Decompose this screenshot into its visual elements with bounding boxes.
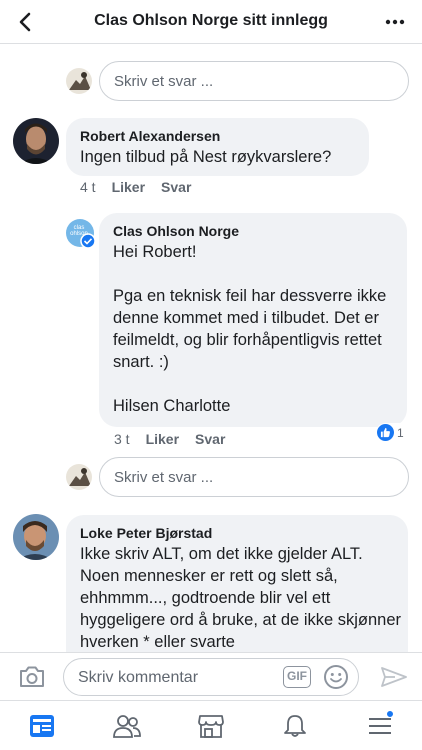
comment-placeholder: Skriv kommentar [78, 669, 199, 686]
avatar[interactable] [13, 514, 59, 560]
friends-icon [112, 714, 141, 738]
tab-friends[interactable] [97, 701, 157, 750]
comment-text: Ikke skriv ALT, om det ikke gjelder ALT.… [80, 545, 402, 651]
avatar-image [66, 464, 92, 490]
more-options-icon[interactable] [384, 10, 406, 34]
current-user-avatar [66, 68, 92, 94]
comment-time[interactable]: 3 t [114, 431, 130, 447]
avatar-image [13, 118, 59, 164]
emoji-icon[interactable] [323, 664, 349, 690]
camera-icon[interactable] [18, 664, 46, 690]
comment-author[interactable]: Robert Alexandersen [80, 128, 220, 144]
like-button[interactable]: Liker [112, 179, 145, 195]
comment-bubble: Loke Peter Bjørstad Ikke skriv ALT, om d… [66, 515, 408, 652]
comment-composer: Skriv kommentar GIF [0, 652, 422, 700]
comment-bubble: Robert Alexandersen Ingen tilbud på Nest… [66, 118, 369, 176]
bottom-tab-bar [0, 700, 422, 750]
reaction-count: 1 [397, 425, 404, 440]
tab-news-feed[interactable] [12, 701, 72, 750]
comment-input[interactable]: Skriv kommentar GIF [63, 658, 359, 696]
tab-marketplace[interactable] [181, 701, 241, 750]
like-reaction-icon [377, 424, 394, 441]
send-icon[interactable] [380, 665, 408, 689]
comment-text: Ingen tilbud på Nest røykvarslere? [80, 148, 332, 166]
comment-time[interactable]: 4 t [80, 179, 96, 195]
comment-meta: 4 t Liker Svar [80, 179, 191, 195]
reaction-summary[interactable]: 1 [376, 423, 408, 442]
comment-meta: 3 t Liker Svar [114, 431, 225, 447]
gif-button[interactable]: GIF [283, 666, 311, 688]
tab-notifications[interactable] [265, 701, 325, 750]
avatar[interactable] [13, 118, 59, 164]
reply-placeholder: Skriv et svar ... [114, 469, 214, 486]
reply-button[interactable]: Svar [161, 179, 191, 195]
comment-text: Hei Robert! Pga en teknisk feil har dess… [113, 243, 387, 415]
marketplace-icon [198, 714, 224, 738]
comment-author[interactable]: Clas Ohlson Norge [113, 223, 239, 239]
reply-placeholder: Skriv et svar ... [114, 73, 214, 90]
current-user-avatar [66, 464, 92, 490]
page-title: Clas Ohlson Norge sitt innlegg [94, 12, 328, 29]
menu-notification-dot [385, 709, 394, 718]
comment-bubble: Clas Ohlson Norge Hei Robert! Pga en tek… [99, 213, 407, 427]
tab-menu[interactable] [350, 701, 410, 750]
reply-input[interactable]: Skriv et svar ... [99, 61, 409, 101]
notifications-icon [284, 714, 307, 737]
like-button[interactable]: Liker [146, 431, 179, 447]
page-avatar[interactable]: clas ohlson [66, 219, 96, 249]
news-feed-icon [30, 714, 55, 737]
page-avatar-text: clas ohlson [70, 225, 88, 237]
comment-feed: Vis flere svar ... Skriv et svar ... Rob… [0, 0, 422, 652]
avatar-image [66, 68, 92, 94]
avatar-image [13, 514, 59, 560]
comment-author[interactable]: Loke Peter Bjørstad [80, 525, 212, 541]
reply-input[interactable]: Skriv et svar ... [99, 457, 409, 497]
reply-button[interactable]: Svar [195, 431, 225, 447]
top-bar: Clas Ohlson Norge sitt innlegg [0, 0, 422, 44]
